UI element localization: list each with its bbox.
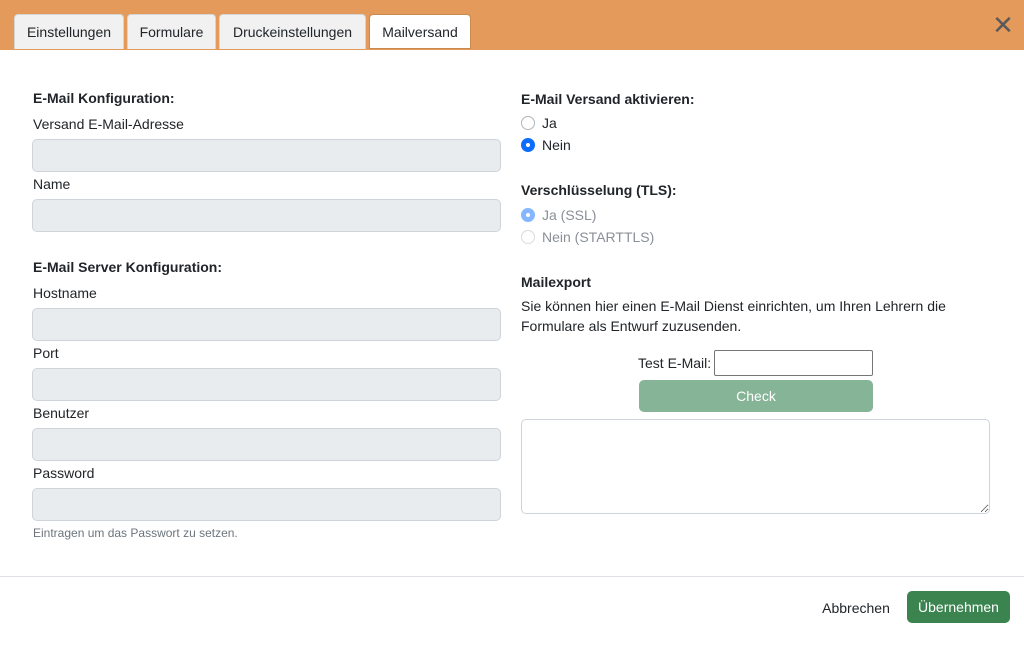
tab-formulare[interactable]: Formulare [127,14,216,49]
activate-yes-label: Ja [542,115,557,131]
password-input[interactable] [32,488,501,521]
activate-yes-option[interactable]: Ja [521,114,557,132]
result-textarea[interactable] [521,419,990,514]
check-button[interactable]: Check [639,380,873,412]
port-input[interactable] [32,368,501,401]
activate-yes-radio[interactable] [521,116,535,130]
name-input[interactable] [32,199,501,232]
tab-mailversand[interactable]: Mailversand [369,14,471,49]
server-config-heading: E-Mail Server Konfiguration: [33,259,223,275]
tls-starttls-label: Nein (STARTTLS) [542,229,655,245]
close-icon: ✕ [992,10,1014,40]
activate-no-option[interactable]: Nein [521,136,571,154]
cancel-button[interactable]: Abbrechen [812,594,900,622]
tls-heading: Verschlüsselung (TLS): [521,182,677,198]
activate-no-radio[interactable] [521,138,535,152]
apply-button[interactable]: Übernehmen [907,591,1010,623]
mailexport-heading: Mailexport [521,274,592,290]
user-label: Benutzer [33,405,90,421]
activate-heading: E-Mail Versand aktivieren: [521,91,695,107]
activate-no-label: Nein [542,137,571,153]
port-label: Port [33,345,59,361]
hostname-label: Hostname [33,285,97,301]
sender-address-label: Versand E-Mail-Adresse [33,116,184,132]
footer-divider [0,576,1024,577]
test-email-input[interactable] [714,350,873,376]
password-label: Password [33,465,95,481]
tls-ssl-radio[interactable] [521,208,535,222]
sender-address-input[interactable] [32,139,501,172]
hostname-input[interactable] [32,308,501,341]
user-input[interactable] [32,428,501,461]
name-label: Name [33,176,71,192]
close-button[interactable]: ✕ [988,10,1018,40]
mailexport-description: Sie können hier einen E-Mail Dienst einr… [521,298,946,334]
tab-druckeinstellungen[interactable]: Druckeinstellungen [219,14,366,49]
test-email-label: Test E-Mail: [638,355,712,371]
tab-einstellungen[interactable]: Einstellungen [14,14,124,49]
email-config-heading: E-Mail Konfiguration: [33,90,175,106]
tls-starttls-option[interactable]: Nein (STARTTLS) [521,228,654,246]
tls-ssl-label: Ja (SSL) [542,207,597,223]
tls-ssl-option[interactable]: Ja (SSL) [521,206,596,224]
tls-starttls-radio[interactable] [521,230,535,244]
password-hint: Eintragen um das Passwort zu setzen. [33,526,238,540]
